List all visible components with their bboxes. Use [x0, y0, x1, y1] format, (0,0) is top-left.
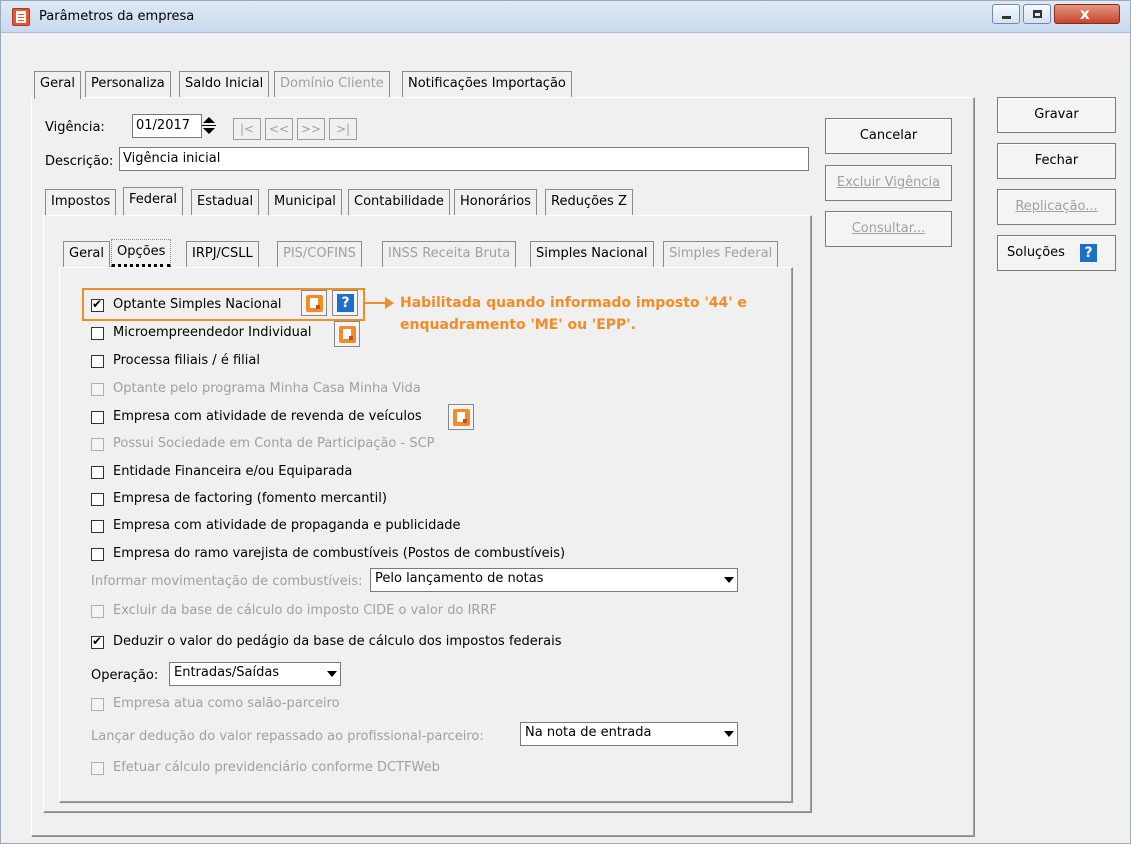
document-icon: [453, 409, 470, 426]
spin-down-icon: [203, 128, 215, 134]
tab-reducoes-z[interactable]: Reduções Z: [545, 189, 633, 215]
tab-inss-receita-bruta[interactable]: INSS Receita Bruta: [382, 241, 517, 267]
chevron-down-icon: [724, 577, 734, 583]
arrow-right-icon: [385, 297, 394, 309]
cancelar-button[interactable]: Cancelar: [825, 118, 952, 154]
combustiveis-label: Informar movimentação de combustíveis:: [91, 574, 363, 589]
nav-last-button[interactable]: >|: [329, 118, 357, 140]
callout-text: Habilitada quando informado imposto '44'…: [400, 292, 747, 336]
chevron-down-icon: [724, 731, 734, 737]
checkbox[interactable]: [91, 355, 104, 368]
nav-prev-button[interactable]: <<: [265, 118, 293, 140]
tab-geral[interactable]: Geral: [34, 71, 81, 99]
tab-pis-cofins[interactable]: PIS/COFINS: [277, 241, 362, 267]
solucoes-label: Soluções: [1007, 245, 1065, 260]
nav-first-button[interactable]: |<: [233, 118, 261, 140]
vigencia-label: Vigência:: [45, 120, 105, 135]
tab-dominio-cliente[interactable]: Domínio Cliente: [274, 71, 390, 97]
checkbox[interactable]: [91, 411, 104, 424]
spin-up-icon: [203, 117, 215, 123]
solucoes-button[interactable]: Soluções ?: [997, 235, 1116, 271]
fechar-button[interactable]: Fechar: [997, 143, 1116, 179]
main-window: Parâmetros da empresa x Geral Personaliz…: [0, 0, 1131, 844]
tab-personaliza[interactable]: Personaliza: [85, 71, 171, 97]
tab-irpj-csll[interactable]: IRPJ/CSLL: [186, 241, 259, 267]
revenda-doc-button[interactable]: [448, 404, 474, 430]
checkbox[interactable]: [91, 520, 104, 533]
tab-saldo-inicial[interactable]: Saldo Inicial: [179, 71, 270, 97]
deducao-value: Na nota de entrada: [525, 725, 652, 740]
checkbox[interactable]: [91, 762, 104, 775]
checkbox[interactable]: [91, 327, 104, 340]
tab-simples-nacional[interactable]: Simples Nacional: [530, 241, 654, 267]
combustiveis-select[interactable]: Pelo lançamento de notas: [370, 568, 738, 592]
checkbox[interactable]: [91, 466, 104, 479]
checkbox[interactable]: [91, 634, 104, 649]
gravar-button[interactable]: Gravar: [997, 97, 1116, 133]
checkbox[interactable]: [91, 698, 104, 711]
tab-honorarios[interactable]: Honorários: [454, 189, 537, 215]
nav-next-button[interactable]: >>: [297, 118, 325, 140]
callout-line-1: Habilitada quando informado imposto '44'…: [400, 295, 747, 311]
checkbox[interactable]: [91, 548, 104, 561]
checkbox[interactable]: [91, 383, 104, 396]
operacao-label: Operação:: [91, 668, 159, 683]
mei-doc-button[interactable]: [334, 321, 360, 347]
document-icon: [339, 326, 356, 343]
minimize-button[interactable]: [992, 4, 1020, 24]
descricao-input[interactable]: Vigência inicial: [119, 147, 809, 171]
checkbox[interactable]: [91, 605, 104, 618]
window-title: Parâmetros da empresa: [39, 9, 195, 24]
tab-impostos[interactable]: Impostos: [45, 189, 117, 215]
app-icon: [12, 8, 30, 26]
tab-opcoes[interactable]: Opções: [111, 239, 172, 267]
descricao-label: Descrição:: [45, 154, 114, 169]
combustiveis-value: Pelo lançamento de notas: [375, 571, 544, 586]
help-icon: ?: [1080, 244, 1097, 262]
deducao-select[interactable]: Na nota de entrada: [520, 722, 738, 746]
close-button[interactable]: x: [1054, 4, 1120, 24]
title-bar: Parâmetros da empresa x: [1, 1, 1130, 33]
tab-inner-geral[interactable]: Geral: [63, 241, 110, 267]
tab-federal[interactable]: Federal: [123, 187, 183, 215]
maximize-button[interactable]: [1023, 4, 1051, 24]
chevron-down-icon: [327, 671, 337, 677]
vigencia-input[interactable]: 01/2017: [132, 114, 202, 138]
close-icon: x: [1080, 5, 1090, 23]
tab-simples-federal[interactable]: Simples Federal: [663, 241, 779, 267]
deducao-label: Lançar dedução do valor repassado ao pro…: [91, 729, 484, 744]
highlight-box: [82, 288, 365, 321]
consultar-button[interactable]: Consultar...: [825, 211, 952, 247]
vigencia-spinner[interactable]: [201, 114, 219, 138]
checkbox[interactable]: [91, 493, 104, 506]
operacao-value: Entradas/Saídas: [174, 665, 280, 680]
tab-notificacoes-importacao[interactable]: Notificações Importação: [402, 71, 572, 97]
tab-estadual[interactable]: Estadual: [191, 189, 260, 215]
tab-municipal[interactable]: Municipal: [268, 189, 342, 215]
checkbox[interactable]: [91, 438, 104, 451]
excluir-vigencia-button[interactable]: Excluir Vigência: [825, 165, 952, 201]
tab-contabilidade[interactable]: Contabilidade: [348, 189, 450, 215]
callout-line-2: enquadramento 'ME' ou 'EPP'.: [400, 317, 636, 333]
operacao-select[interactable]: Entradas/Saídas: [169, 662, 341, 686]
replicacao-button[interactable]: Replicação...: [997, 189, 1116, 225]
